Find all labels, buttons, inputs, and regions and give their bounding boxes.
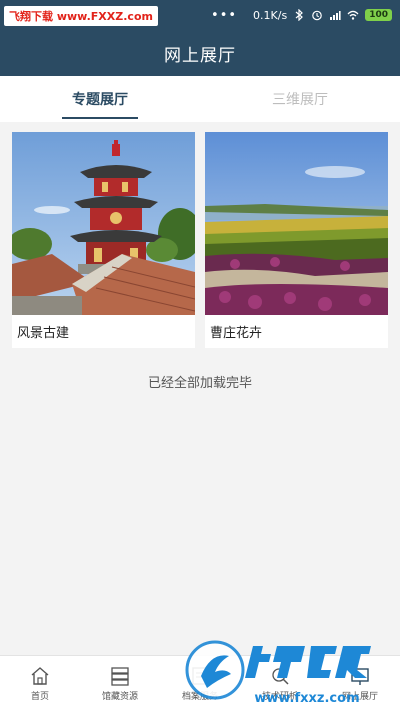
nav-service[interactable]: 档案服务 (160, 656, 240, 712)
card-label: 曹庄花卉 (210, 326, 263, 341)
nav-archive[interactable]: 馆藏资源 (80, 656, 160, 712)
status-icons: ••• 0.1K/s 100 (211, 0, 392, 30)
nav-home[interactable]: 首页 (0, 656, 80, 712)
nav-label: 网上展厅 (341, 692, 378, 702)
nav-label: 首页 (30, 692, 49, 702)
exhibit-card-flowers[interactable]: 曹庄花卉 (205, 132, 388, 348)
exhibition-icon (351, 668, 369, 685)
tab-topic-hall[interactable]: 专题展厅 (0, 76, 200, 122)
nav-exhibition[interactable]: 网上展厅 (320, 656, 400, 712)
nav-label: 馆藏资源 (101, 692, 138, 702)
flower-field-photo (205, 132, 388, 315)
bottom-nav: 首页 馆藏资源 档案服务 技术研析 网上展厅 (0, 655, 400, 712)
card-label: 风景古建 (17, 326, 70, 341)
tab-label: 三维展厅 (272, 92, 328, 108)
page-title: 网上展厅 (164, 45, 236, 66)
end-of-list-message: 已经全部加载完毕 (147, 376, 252, 391)
status-bar: 飞翔下载 www.FXXZ.com ••• 0.1K/s 100 (0, 0, 400, 30)
title-bar: 网上展厅 (0, 30, 400, 76)
notification-dots: ••• (211, 7, 238, 23)
signal-icon (330, 11, 341, 20)
battery-icon: 100 (365, 9, 392, 21)
tab-bar: 专题展厅 三维展厅 (0, 76, 400, 122)
wifi-icon (347, 10, 359, 20)
bluetooth-icon (295, 9, 304, 21)
tab-3d-hall[interactable]: 三维展厅 (200, 76, 400, 122)
alarm-icon (312, 10, 323, 21)
home-icon (31, 667, 49, 685)
archive-icon (111, 667, 129, 686)
pagoda-photo (12, 132, 195, 315)
network-speed: 0.1K/s (253, 8, 288, 22)
nav-research[interactable]: 技术研析 (240, 656, 320, 712)
service-icon (192, 667, 208, 685)
tab-label: 专题展厅 (72, 92, 128, 108)
exhibit-card-landscape[interactable]: 风景古建 (12, 132, 195, 348)
nav-label: 档案服务 (181, 692, 218, 702)
nav-label: 技术研析 (261, 692, 298, 702)
research-icon (272, 668, 289, 685)
watermark-banner: 飞翔下载 www.FXXZ.com (4, 6, 158, 26)
